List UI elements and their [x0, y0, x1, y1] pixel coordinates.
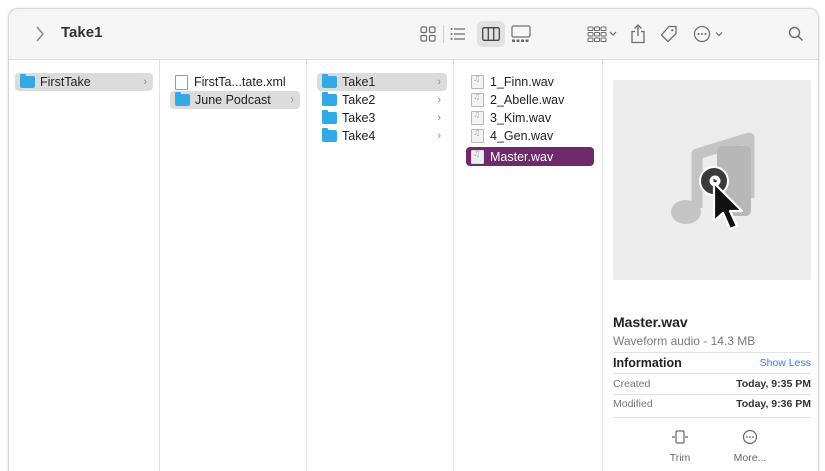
more-circle-icon [730, 428, 770, 446]
finder-window: Take1 FirstTake › FirstTa...tate.xml Jun… [8, 8, 819, 471]
folder-icon [175, 92, 190, 106]
browser-column-1[interactable]: FirstTake › [9, 60, 160, 471]
browser-column-3[interactable]: Take1 › Take2 › Take3 › Take4 › [307, 60, 454, 471]
folder-icon [20, 74, 35, 88]
search-icon[interactable] [787, 24, 805, 44]
audio-preview [613, 80, 811, 280]
browser-column-4[interactable]: 1_Finn.wav 2_Abelle.wav 3_Kim.wav 4_Gen.… [454, 60, 603, 471]
icon-view-icon[interactable] [419, 25, 437, 43]
list-item-state-xml[interactable]: FirstTa...tate.xml [170, 73, 300, 91]
cursor-arrow-icon [712, 181, 744, 231]
information-heading: Information [613, 356, 682, 370]
item-label: FirstTake [40, 75, 91, 89]
created-value: Today, 9:35 PM [736, 378, 811, 390]
toolbar: Take1 [9, 9, 818, 60]
folder-icon [322, 110, 337, 124]
show-less-link[interactable]: Show Less [760, 357, 811, 369]
list-item-take3[interactable]: Take3 › [317, 109, 447, 127]
list-item-1-finn[interactable]: 1_Finn.wav [466, 73, 594, 91]
audio-file-icon [471, 110, 484, 125]
trim-button[interactable]: Trim [660, 428, 700, 464]
browser-column-2[interactable]: FirstTa...tate.xml June Podcast › [160, 60, 307, 471]
item-label: Take1 [342, 75, 376, 89]
document-icon [175, 74, 188, 90]
list-item-2-abelle[interactable]: 2_Abelle.wav [466, 91, 594, 109]
list-item-4-gen[interactable]: 4_Gen.wav [466, 127, 594, 145]
chevron-right-icon: › [143, 76, 147, 88]
folder-icon [322, 74, 337, 88]
chevron-right-icon: › [437, 130, 441, 142]
modified-value: Today, 9:36 PM [736, 398, 811, 410]
forward-chevron-icon[interactable] [31, 23, 49, 45]
column-view-button[interactable] [477, 21, 505, 47]
tag-icon[interactable] [659, 24, 679, 44]
group-icon[interactable] [587, 24, 617, 44]
item-label: Take2 [342, 93, 376, 107]
item-label: June Podcast [195, 93, 271, 107]
item-label: 1_Finn.wav [490, 75, 554, 89]
created-label: Created [613, 378, 651, 390]
item-label: 2_Abelle.wav [490, 93, 565, 107]
share-icon[interactable] [629, 23, 647, 45]
list-item-firsttake[interactable]: FirstTake › [15, 73, 153, 91]
item-label: Master.wav [490, 149, 554, 164]
audio-file-icon [471, 149, 484, 164]
gallery-view-icon[interactable] [511, 24, 531, 44]
chevron-right-icon: › [437, 112, 441, 124]
audio-file-icon [471, 92, 484, 107]
item-label: FirstTa...tate.xml [194, 75, 286, 89]
list-item-take4[interactable]: Take4 › [317, 127, 447, 145]
preview-pane: Master.wav Waveform audio - 14.3 MB Info… [603, 60, 818, 471]
list-item-3-kim[interactable]: 3_Kim.wav [466, 109, 594, 127]
more-icon[interactable] [693, 24, 727, 44]
item-label: 3_Kim.wav [490, 111, 552, 125]
folder-icon [322, 128, 337, 142]
audio-file-icon [471, 74, 484, 89]
trim-icon [660, 428, 700, 446]
list-view-icon[interactable] [449, 25, 467, 43]
list-item-master[interactable]: Master.wav [466, 147, 594, 166]
item-label: Take3 [342, 111, 376, 125]
preview-filename: Master.wav [613, 314, 688, 330]
more-button[interactable]: More... [730, 428, 770, 464]
item-label: 4_Gen.wav [490, 129, 554, 143]
modified-label: Modified [613, 398, 653, 410]
more-label: More... [733, 452, 767, 464]
chevron-right-icon: › [437, 94, 441, 106]
chevron-right-icon: › [437, 76, 441, 88]
list-item-take2[interactable]: Take2 › [317, 91, 447, 109]
trim-label: Trim [669, 452, 691, 464]
folder-icon [322, 92, 337, 106]
preview-kind: Waveform audio - 14.3 MB [613, 334, 756, 348]
list-item-june-podcast[interactable]: June Podcast › [170, 91, 300, 109]
list-item-take1[interactable]: Take1 › [317, 73, 447, 91]
audio-file-icon [471, 128, 484, 143]
window-title: Take1 [61, 24, 103, 41]
item-label: Take4 [342, 129, 376, 143]
chevron-right-icon: › [290, 94, 294, 106]
